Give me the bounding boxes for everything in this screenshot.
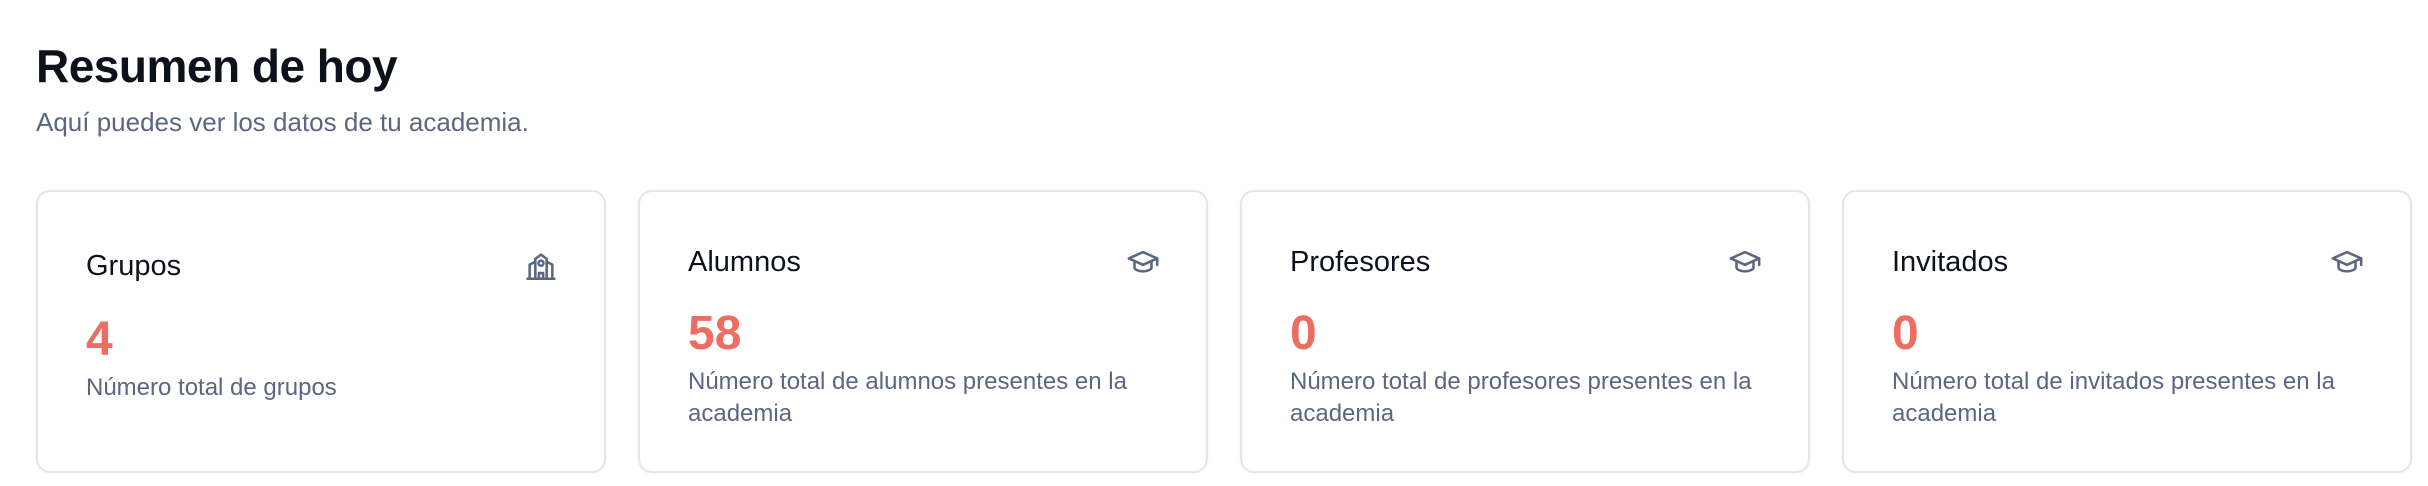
card-label: Grupos bbox=[86, 250, 182, 282]
stat-value: 4 bbox=[86, 313, 113, 366]
page-title: Resumen de hoy bbox=[36, 40, 398, 92]
school-building-icon bbox=[524, 249, 558, 283]
page-subtitle: Aquí puedes ver los datos de tu academia… bbox=[36, 107, 529, 137]
stat-value: 0 bbox=[1290, 307, 1317, 360]
stat-description: Número total de invitados presentes en l… bbox=[1892, 368, 2335, 427]
stat-card-profesores: Profesores 0 Número total de profesores … bbox=[1240, 190, 1810, 473]
card-header: Grupos bbox=[86, 248, 558, 284]
stat-card-alumnos: Alumnos 58 Número total de alumnos prese… bbox=[638, 190, 1208, 473]
stat-card-invitados: Invitados 0 Número total de invitados pr… bbox=[1842, 190, 2412, 473]
card-label: Alumnos bbox=[688, 246, 801, 278]
graduation-cap-icon bbox=[2330, 245, 2364, 279]
card-header: Alumnos bbox=[688, 244, 1160, 280]
card-header: Profesores bbox=[1290, 244, 1762, 280]
card-header: Invitados bbox=[1892, 244, 2364, 280]
stat-description: Número total de alumnos presentes en la … bbox=[688, 368, 1127, 427]
stat-description: Número total de profesores presentes en … bbox=[1290, 368, 1752, 427]
card-label: Profesores bbox=[1290, 246, 1431, 278]
stat-value: 58 bbox=[688, 307, 742, 360]
card-label: Invitados bbox=[1892, 246, 2009, 278]
dashboard-summary: Resumen de hoy Aquí puedes ver los datos… bbox=[36, 38, 2416, 473]
stats-cards: Grupos 4 Número total de grupos Alumnos … bbox=[36, 190, 2412, 473]
graduation-cap-icon bbox=[1126, 245, 1160, 279]
stat-value: 0 bbox=[1892, 307, 1919, 360]
graduation-cap-icon bbox=[1728, 245, 1762, 279]
stat-card-grupos: Grupos 4 Número total de grupos bbox=[36, 190, 606, 473]
stat-description: Número total de grupos bbox=[86, 374, 337, 401]
